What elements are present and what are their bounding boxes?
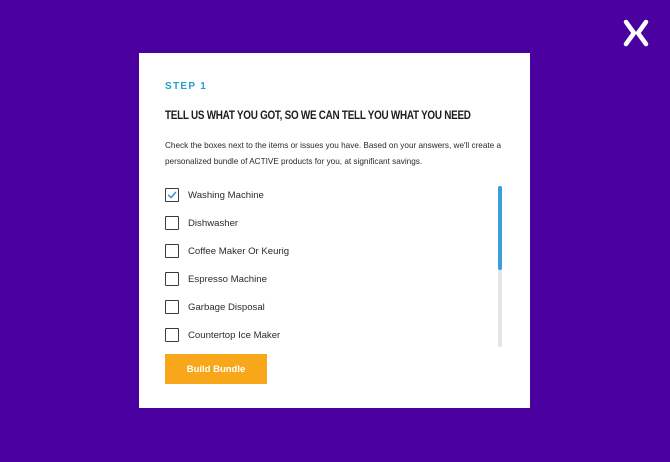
checkmark-icon	[167, 191, 177, 199]
checkbox[interactable]	[165, 328, 179, 342]
checkbox-item-coffee-maker[interactable]: Coffee Maker Or Keurig	[165, 242, 289, 260]
step-label: STEP 1	[165, 81, 208, 92]
checkbox-label: Garbage Disposal	[188, 301, 265, 313]
checkbox-label: Dishwasher	[188, 217, 239, 229]
checkbox-item-espresso-machine[interactable]: Espresso Machine	[165, 270, 267, 288]
checkbox-label: Washing Machine	[188, 189, 264, 201]
checkbox[interactable]	[165, 244, 179, 258]
checkbox-label: Espresso Machine	[188, 273, 267, 285]
close-icon	[623, 19, 649, 47]
checkbox-list: Washing Machine Dishwasher Coffee Maker …	[165, 186, 495, 348]
checkbox-label: Countertop Ice Maker	[188, 329, 281, 341]
bundle-modal: STEP 1 TELL US WHAT YOU GOT, SO WE CAN T…	[139, 53, 530, 408]
close-button[interactable]	[620, 17, 652, 49]
scrollbar[interactable]	[498, 186, 502, 347]
checkbox[interactable]	[165, 188, 179, 202]
checkbox-item-dishwasher[interactable]: Dishwasher	[165, 214, 238, 232]
checkbox-item-garbage-disposal[interactable]: Garbage Disposal	[165, 298, 265, 316]
scrollbar-thumb[interactable]	[498, 186, 502, 270]
checkbox[interactable]	[165, 272, 179, 286]
checkbox[interactable]	[165, 300, 179, 314]
checkbox-item-countertop-ice-maker[interactable]: Countertop Ice Maker	[165, 326, 280, 344]
modal-heading: TELL US WHAT YOU GOT, SO WE CAN TELL YOU…	[165, 110, 471, 122]
checkbox-label: Coffee Maker Or Keurig	[188, 245, 290, 257]
checkbox[interactable]	[165, 216, 179, 230]
build-bundle-button[interactable]: Build Bundle	[165, 354, 267, 384]
modal-description: Check the boxes next to the items or iss…	[165, 141, 502, 166]
checkbox-item-washing-machine[interactable]: Washing Machine	[165, 186, 264, 204]
